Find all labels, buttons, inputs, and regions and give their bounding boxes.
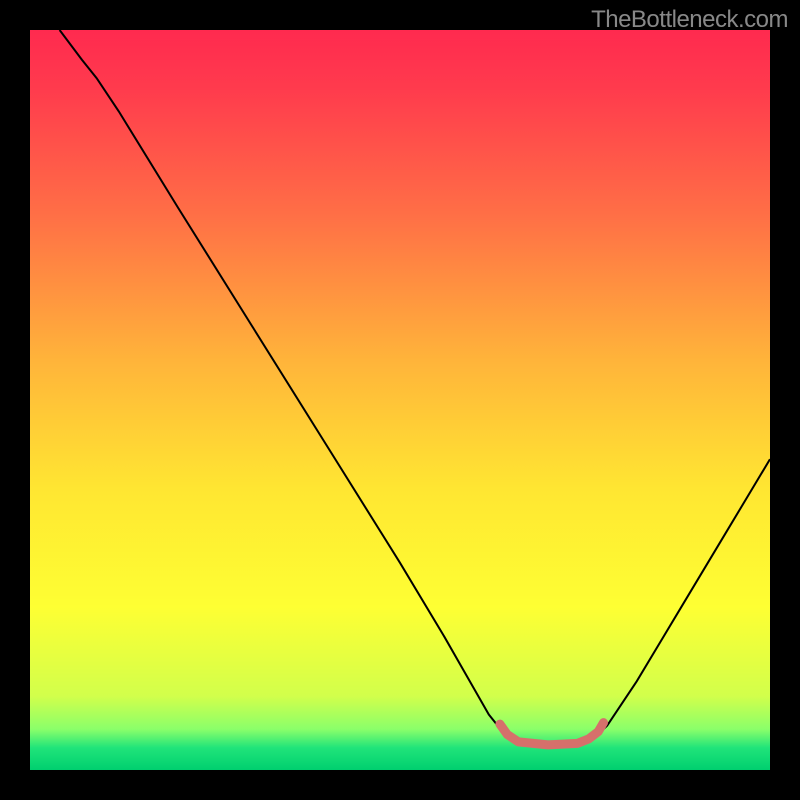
chart-lines (30, 30, 770, 770)
plot-area (30, 30, 770, 770)
bottleneck-curve (60, 30, 770, 745)
optimum-band (500, 723, 604, 745)
watermark-text: TheBottleneck.com (591, 6, 788, 34)
